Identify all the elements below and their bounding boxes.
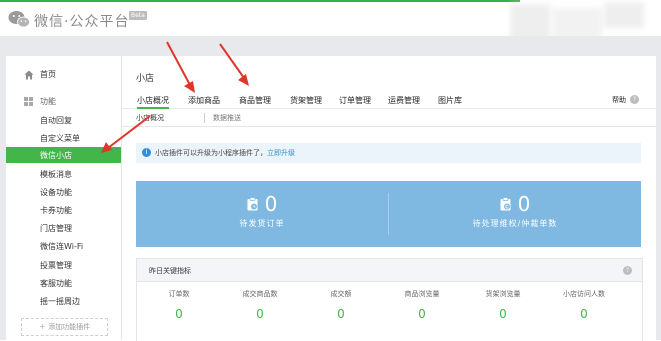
- grid-icon: [24, 97, 33, 106]
- sidebar-item-wechat-shop[interactable]: 微信小店: [6, 147, 121, 163]
- sidebar-item-voting[interactable]: 投票管理: [6, 257, 121, 273]
- sidebar-item-label: 自定义菜单: [40, 134, 80, 143]
- sidebar-item-label: 投票管理: [40, 261, 72, 270]
- metric-shelf-views: 货架浏览量 0: [463, 289, 543, 321]
- sidebar-item-home[interactable]: 首页: [6, 68, 121, 84]
- sidebar-item-wifi[interactable]: 微信连Wi-Fi: [6, 238, 121, 254]
- subtab-bar: 小店概况 数据推送: [122, 110, 656, 127]
- tab-shipping-management[interactable]: 运费管理: [388, 95, 420, 106]
- tab-shop-overview[interactable]: 小店概况: [137, 95, 169, 109]
- sidebar-item-label: 首页: [40, 70, 56, 79]
- stats-banner: 0 待发货订单 0 待处理维权/仲裁单数: [136, 181, 641, 247]
- metric-orders: 订单数 0: [139, 289, 219, 321]
- main-content: 小店 小店概况 添加商品 商品管理 货架管理 订单管理 运费管理 图片库 帮助 …: [122, 56, 656, 341]
- sidebar-item-custom-menu[interactable]: 自定义菜单: [6, 130, 121, 146]
- tab-bar: 小店概况 添加商品 商品管理 货架管理 订单管理 运费管理 图片库 帮助 ?: [122, 92, 656, 109]
- subtab-divider: [204, 113, 205, 123]
- upgrade-now-link[interactable]: 立即升级: [267, 149, 295, 157]
- metric-label: 货架浏览量: [485, 290, 521, 298]
- metric-value: 0: [418, 307, 426, 321]
- beta-badge: Beta: [129, 11, 147, 20]
- question-icon[interactable]: ?: [623, 266, 632, 275]
- sidebar-item-label: 设备功能: [40, 188, 72, 197]
- wechat-logo-icon: [8, 11, 30, 28]
- tab-shelf-management[interactable]: 货架管理: [290, 95, 322, 106]
- metric-value: 0: [256, 307, 264, 321]
- stat-pending-shipment[interactable]: 0 待发货订单: [136, 193, 388, 229]
- metric-revenue: 成交额 0: [301, 289, 381, 321]
- blurred-region: [604, 2, 644, 28]
- stat-pending-disputes[interactable]: 0 待处理维权/仲裁单数: [389, 193, 641, 229]
- stat-value: 0: [264, 192, 278, 216]
- stat-label: 待发货订单: [239, 219, 285, 228]
- sidebar-item-shake[interactable]: 摇一摇周边: [6, 293, 121, 309]
- upgrade-notice: i 小店插件可以升级为小程序插件了，立即升级: [136, 143, 641, 163]
- key-metrics-panel: 昨日关键指标 ? 订单数 0 成交商品数 0 成交额 0 商品浏览量 0 货架浏…: [136, 258, 643, 341]
- metric-products-sold: 成交商品数 0: [220, 289, 300, 321]
- clipboard-clock-icon: [247, 197, 258, 211]
- sidebar-item-label: 卡券功能: [40, 206, 72, 215]
- sidebar-item-device[interactable]: 设备功能: [6, 184, 121, 200]
- info-icon: i: [142, 148, 151, 157]
- metric-value: 0: [499, 307, 507, 321]
- metric-label: 成交商品数: [242, 290, 278, 298]
- help-link[interactable]: 帮助: [612, 95, 626, 105]
- sidebar-item-customer-service[interactable]: 客服功能: [6, 275, 121, 291]
- metric-label: 成交额: [330, 290, 352, 298]
- sidebar-section-functions: 功能: [6, 94, 121, 110]
- metric-value: 0: [580, 307, 588, 321]
- notice-text: 小店插件可以升级为小程序插件了，立即升级: [155, 148, 295, 158]
- tab-add-product[interactable]: 添加商品: [188, 95, 220, 106]
- sidebar-item-label: 微信小店: [40, 151, 72, 160]
- help-icon[interactable]: ?: [630, 95, 639, 104]
- metric-value: 0: [337, 307, 345, 321]
- sidebar-item-label: 客服功能: [40, 279, 72, 288]
- clipboard-return-icon: [500, 197, 511, 211]
- sidebar-item-label: 模板消息: [40, 170, 72, 179]
- metrics-header: 昨日关键指标 ?: [137, 259, 642, 282]
- brand-name: 微信·公众平台: [34, 14, 130, 30]
- metric-product-views: 商品浏览量 0: [382, 289, 462, 321]
- sidebar-item-label: 自动回复: [40, 116, 72, 125]
- notice-message: 小店插件可以升级为小程序插件了，: [155, 149, 267, 157]
- tab-image-library[interactable]: 图片库: [438, 95, 462, 106]
- sidebar-item-coupons[interactable]: 卡券功能: [6, 202, 121, 218]
- page-title: 小店: [136, 74, 155, 84]
- metrics-title: 昨日关键指标: [149, 267, 191, 275]
- subtab-data-push[interactable]: 数据推送: [213, 113, 241, 123]
- sidebar-item-stores[interactable]: 门店管理: [6, 220, 121, 236]
- sidebar-item-auto-reply[interactable]: 自动回复: [6, 112, 121, 128]
- stat-value: 0: [517, 192, 531, 216]
- metric-label: 商品浏览量: [404, 290, 440, 298]
- subtab-shop-overview[interactable]: 小店概况: [136, 113, 164, 123]
- tab-product-management[interactable]: 商品管理: [239, 95, 271, 106]
- add-plugin-button[interactable]: ＋ 添加功能插件: [21, 318, 108, 336]
- metric-label: 小店访问人数: [563, 290, 605, 298]
- add-plugin-label: ＋ 添加功能插件: [38, 323, 91, 331]
- sidebar-section-label: 功能: [40, 97, 56, 106]
- sidebar-item-template-message[interactable]: 模板消息: [6, 166, 121, 182]
- tab-order-management[interactable]: 订单管理: [339, 95, 371, 106]
- sidebar-item-label: 微信连Wi-Fi: [40, 242, 84, 251]
- metric-value: 0: [175, 307, 183, 321]
- sidebar-item-label: 门店管理: [40, 224, 72, 233]
- content-panel: 首页 功能 自动回复 自定义菜单 微信小店 模板消息 设备功能 卡券功能 门店管…: [6, 56, 656, 341]
- sidebar-item-label: 摇一摇周边: [40, 297, 80, 306]
- metric-label: 订单数: [168, 290, 190, 298]
- stat-label: 待处理维权/仲裁单数: [472, 219, 558, 228]
- metric-shop-visitors: 小店访问人数 0: [544, 289, 624, 321]
- sidebar: 首页 功能 自动回复 自定义菜单 微信小店 模板消息 设备功能 卡券功能 门店管…: [6, 56, 122, 340]
- home-icon: [24, 70, 34, 80]
